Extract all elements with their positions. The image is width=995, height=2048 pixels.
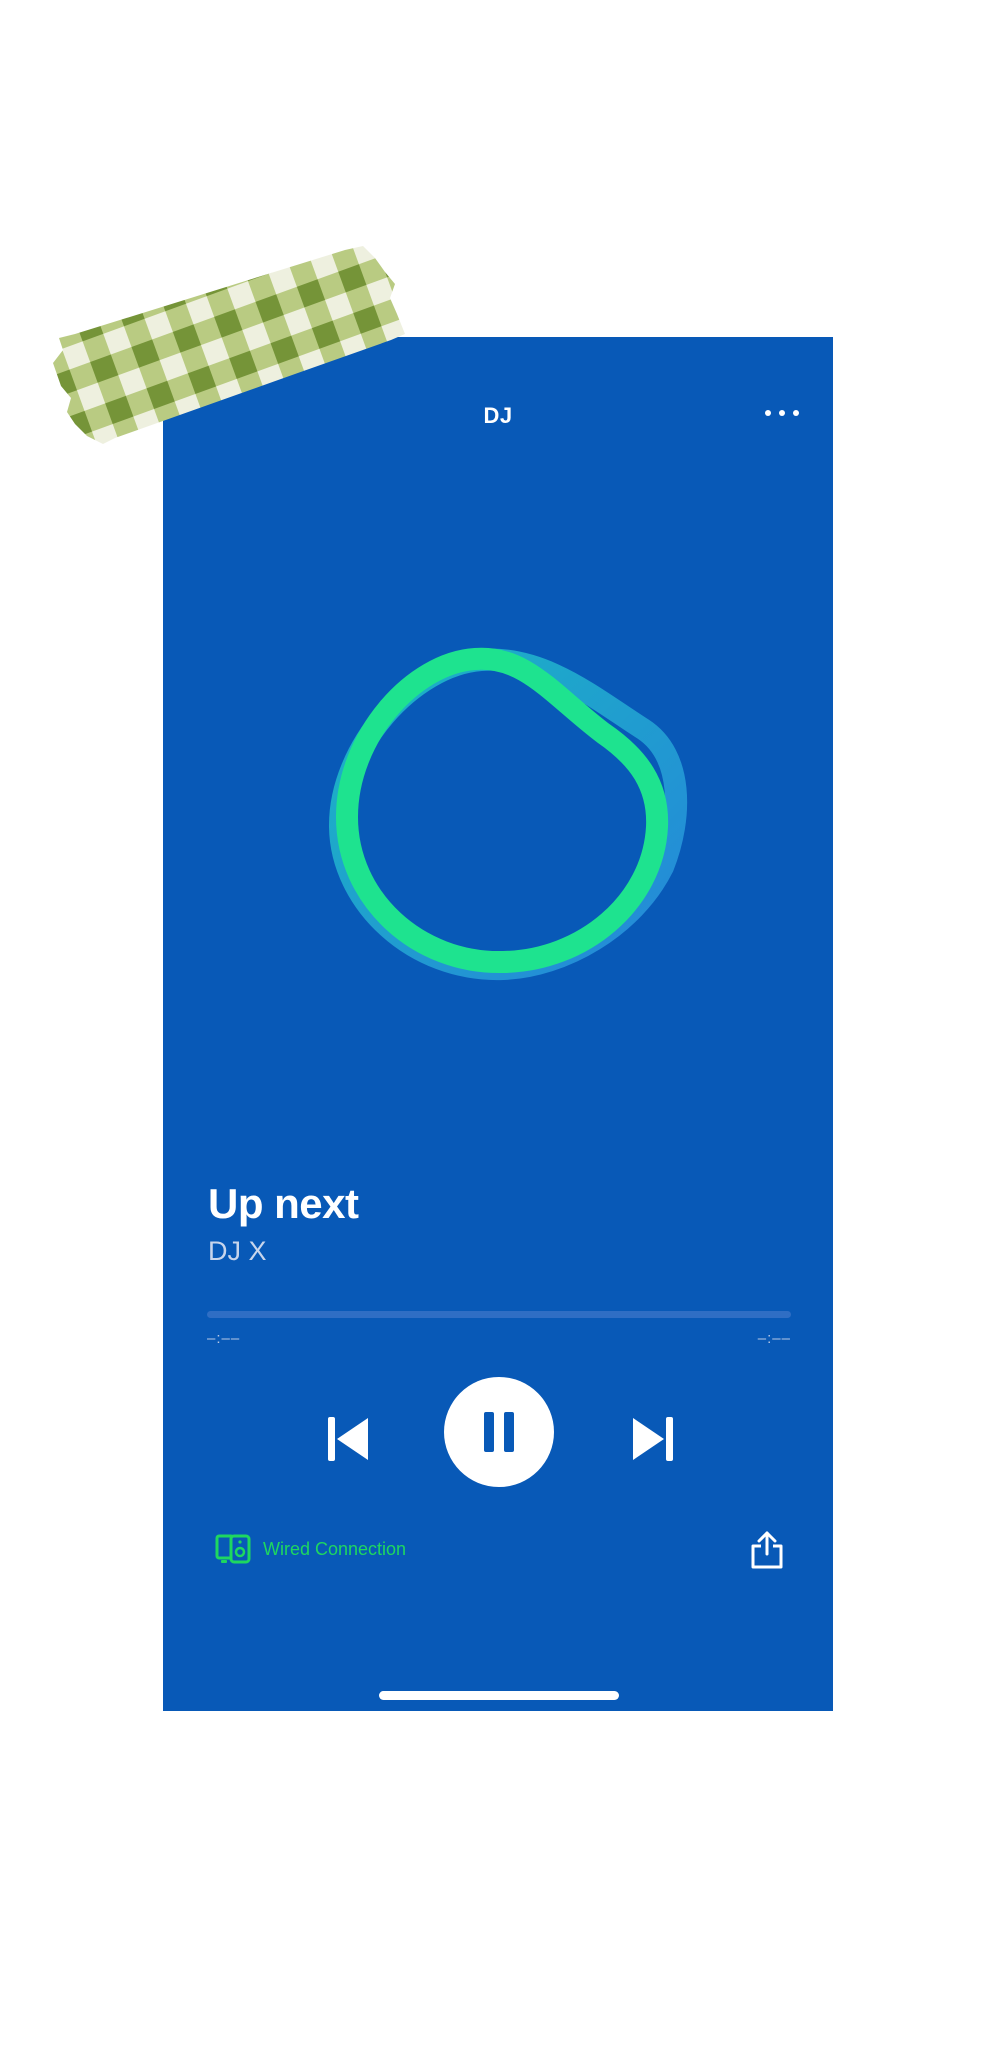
skip-back-icon — [328, 1417, 368, 1461]
dj-ring-icon — [328, 647, 688, 981]
device-picker[interactable]: Wired Connection — [215, 1533, 406, 1565]
canvas: DJ Up next DJ X –:–– –:–– Wired Connecti… — [0, 0, 995, 2048]
progress-bar[interactable] — [207, 1311, 791, 1318]
more-horizontal-icon — [765, 410, 771, 416]
pause-button[interactable] — [444, 1377, 554, 1487]
playback-controls — [163, 1377, 833, 1487]
skip-forward-icon — [633, 1417, 673, 1461]
more-options-button[interactable] — [765, 407, 799, 419]
share-icon — [751, 1531, 783, 1569]
track-title: Up next — [208, 1180, 359, 1227]
device-label: Wired Connection — [263, 1538, 407, 1559]
devices-icon — [215, 1534, 251, 1564]
home-indicator[interactable] — [379, 1691, 619, 1700]
next-button[interactable] — [623, 1409, 683, 1469]
elapsed-time: –:–– — [207, 1330, 241, 1347]
remaining-time: –:–– — [757, 1330, 791, 1347]
washi-tape-decoration — [53, 246, 405, 444]
previous-button[interactable] — [318, 1409, 378, 1469]
now-playing-screen: DJ Up next DJ X –:–– –:–– Wired Connecti… — [163, 337, 833, 1711]
share-button[interactable] — [749, 1530, 785, 1570]
pause-icon — [484, 1412, 514, 1452]
track-artist[interactable]: DJ X — [208, 1236, 267, 1267]
